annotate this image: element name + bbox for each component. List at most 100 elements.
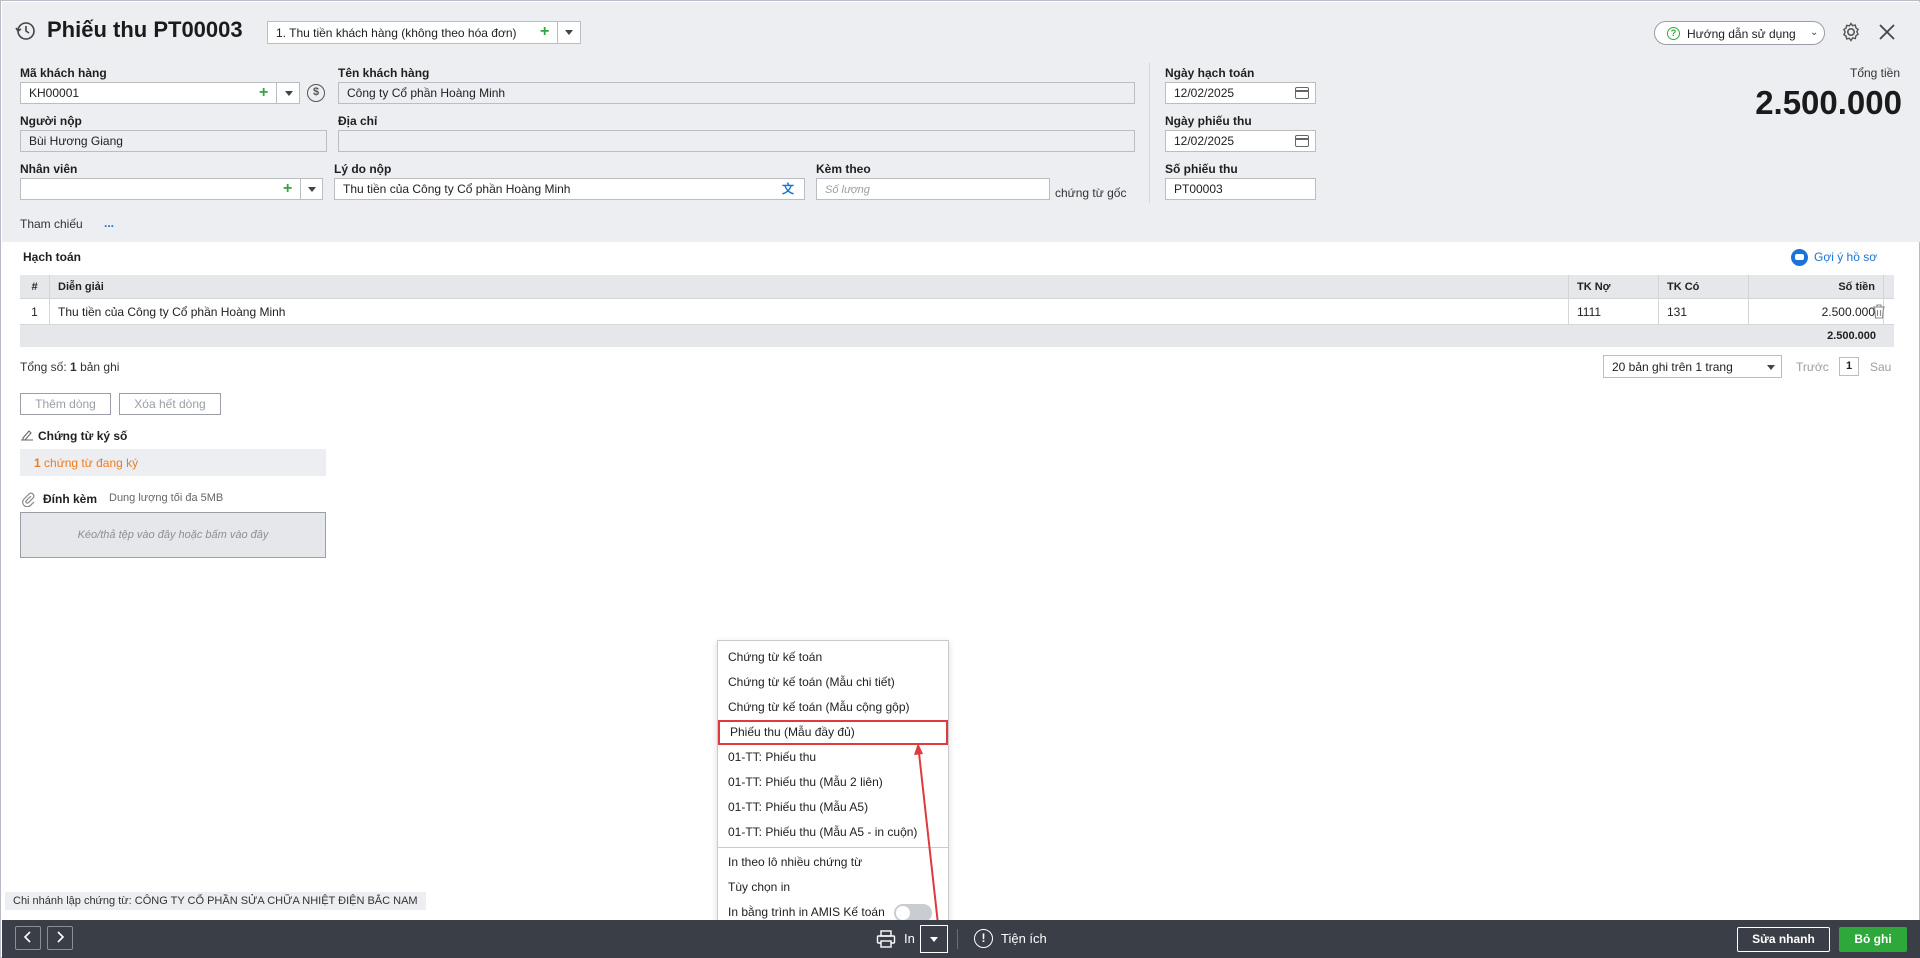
customer-code-value: KH00001 (29, 86, 80, 100)
branch-note: Chi nhánh lập chứng từ: CÔNG TY CỔ PHẦN … (5, 892, 426, 910)
posting-date-field[interactable]: 12/02/2025 (1165, 82, 1316, 104)
add-row-button[interactable]: Thêm dòng (20, 393, 111, 415)
robot-icon (1791, 249, 1808, 266)
voucher-type-select[interactable]: 1. Thu tiền khách hàng (không theo hóa đ… (267, 21, 581, 44)
chevron-down-icon[interactable] (308, 187, 316, 192)
payer-label: Người nộp (20, 114, 82, 128)
annotation-arrow (914, 743, 939, 925)
print-button[interactable]: In (904, 931, 915, 946)
next-page-button[interactable]: Sau (1870, 360, 1891, 374)
receipt-window: Phiếu thu PT00003 1. Thu tiền khách hàng… (0, 0, 1920, 958)
calendar-icon[interactable] (1295, 135, 1309, 147)
customer-name-label: Tên khách hàng (338, 66, 430, 80)
table-row[interactable]: 1 Thu tiền của Công ty Cổ phần Hoàng Min… (20, 299, 1894, 325)
chevron-down-icon[interactable] (285, 91, 293, 96)
accounting-table-header: # Diễn giải TK Nợ TK Có Số tiền (20, 275, 1894, 299)
attachments-dropzone[interactable]: Kéo/thả tệp vào đây hoặc bấm vào đây (20, 512, 326, 558)
print-menu-item[interactable]: Chứng từ kế toán (718, 645, 948, 670)
customer-code-field[interactable]: KH00001 + (20, 82, 300, 104)
delete-all-rows-button[interactable]: Xóa hết dòng (119, 393, 221, 415)
column-header-debit-account: TK Nợ (1569, 275, 1659, 298)
reason-field[interactable]: Thu tiền của Công ty Cổ phần Hoàng Minh … (334, 178, 805, 200)
employee-field[interactable]: + (20, 178, 323, 200)
voucher-type-value: 1. Thu tiền khách hàng (không theo hóa đ… (276, 26, 517, 40)
quick-edit-button[interactable]: Sửa nhanh (1737, 927, 1830, 952)
chevron-left-icon (23, 931, 31, 943)
receipt-date-field[interactable]: 12/02/2025 (1165, 130, 1316, 152)
receipt-number-value: PT00003 (1174, 182, 1223, 196)
page-size-value: 20 bản ghi trên 1 trang (1612, 360, 1733, 374)
row-credit-account[interactable]: 131 (1659, 299, 1749, 324)
close-icon[interactable] (1877, 22, 1897, 42)
original-docs-label: chứng từ gốc (1055, 186, 1127, 200)
gear-icon[interactable] (1840, 21, 1862, 43)
row-debit-account[interactable]: 1111 (1569, 299, 1659, 324)
print-menu-item[interactable]: Chứng từ kế toán (Mẫu cộng gộp) (718, 695, 948, 720)
currency-icon[interactable]: $ (307, 84, 325, 102)
address-field[interactable] (338, 130, 1135, 152)
print-amis-label: In bằng trình in AMIS Kế toán (728, 905, 885, 919)
help-button[interactable]: ? Hướng dẫn sử dụng ⌄ (1654, 21, 1825, 45)
bottom-toolbar: In ! Tiện ích Sửa nhanh Bỏ ghi (2, 920, 1920, 958)
table-total-amount: 2.500.000 (1827, 330, 1876, 342)
posting-date-label: Ngày hạch toán (1165, 66, 1255, 80)
row-amount[interactable]: 2.500.000 (1749, 299, 1884, 324)
paperclip-icon (20, 491, 36, 508)
attached-count-field[interactable]: Số lượng (816, 178, 1050, 200)
reason-label: Lý do nộp (334, 162, 392, 176)
row-no: 1 (20, 299, 50, 324)
signing-text: chứng từ đang ký (44, 456, 139, 470)
translate-icon[interactable]: 文 (782, 179, 794, 199)
receipt-number-field[interactable]: PT00003 (1165, 178, 1316, 200)
reference-more-link[interactable]: ... (104, 216, 114, 230)
record-count: Tổng số: 1 bản ghi (20, 360, 119, 374)
receipt-date-label: Ngày phiếu thu (1165, 114, 1252, 128)
employee-label: Nhân viên (20, 162, 78, 176)
signing-count: 1 (34, 456, 41, 470)
print-dropdown-button[interactable] (920, 925, 948, 953)
add-employee-icon[interactable]: + (283, 180, 292, 198)
current-page[interactable]: 1 (1839, 357, 1859, 376)
reason-value: Thu tiền của Công ty Cổ phần Hoàng Minh (343, 182, 571, 196)
table-footer: 2.500.000 (20, 325, 1894, 347)
record-count-prefix: Tổng số: (20, 360, 67, 374)
chevron-right-icon (57, 931, 65, 943)
suggest-docs-label: Gợi ý hồ sơ (1814, 250, 1878, 264)
signing-status[interactable]: 1 chứng từ đang ký (34, 456, 138, 470)
calendar-icon[interactable] (1295, 87, 1309, 99)
signing-status-box[interactable]: 1 chứng từ đang ký (20, 449, 326, 476)
row-description[interactable]: Thu tiền của Công ty Cổ phần Hoàng Minh (50, 299, 1569, 324)
customer-name-value: Công ty Cổ phần Hoàng Minh (347, 86, 506, 100)
attachments-limit: Dung lượng tối đa 5MB (109, 492, 224, 504)
divider (957, 929, 958, 949)
discard-button[interactable]: Bỏ ghi (1839, 927, 1907, 952)
add-customer-icon[interactable]: + (259, 84, 268, 102)
utilities-button[interactable]: Tiện ích (1001, 931, 1047, 946)
reference-label: Tham chiếu (20, 217, 83, 231)
trash-icon[interactable] (1872, 304, 1886, 319)
total-label: Tổng tiền (1850, 66, 1901, 80)
history-icon[interactable] (14, 20, 36, 42)
prev-page-button[interactable]: Trước (1796, 360, 1829, 374)
printer-icon[interactable] (876, 930, 896, 948)
digital-signature-title: Chứng từ ký số (38, 429, 128, 443)
column-header-description: Diễn giải (50, 275, 1569, 298)
page-size-select[interactable]: 20 bản ghi trên 1 trang (1603, 355, 1782, 378)
address-label: Địa chỉ (338, 114, 378, 128)
chevron-down-icon[interactable] (565, 30, 573, 35)
previous-record-button[interactable] (15, 926, 41, 950)
divider (557, 22, 558, 43)
add-type-icon[interactable]: + (540, 23, 549, 41)
next-record-button[interactable] (47, 926, 73, 950)
column-header-no: # (20, 275, 50, 298)
help-label: Hướng dẫn sử dụng (1687, 27, 1796, 41)
help-icon: ? (1667, 27, 1680, 40)
payer-field[interactable]: Bùi Hương Giang (20, 130, 327, 152)
receipt-number-label: Số phiếu thu (1165, 162, 1238, 176)
record-count-value: 1 (70, 360, 77, 374)
payer-value: Bùi Hương Giang (29, 134, 123, 148)
print-menu-item[interactable]: Chứng từ kế toán (Mẫu chi tiết) (718, 670, 948, 695)
accounting-title: Hạch toán (23, 250, 82, 264)
info-icon[interactable]: ! (974, 929, 993, 948)
customer-name-field[interactable]: Công ty Cổ phần Hoàng Minh (338, 82, 1135, 104)
